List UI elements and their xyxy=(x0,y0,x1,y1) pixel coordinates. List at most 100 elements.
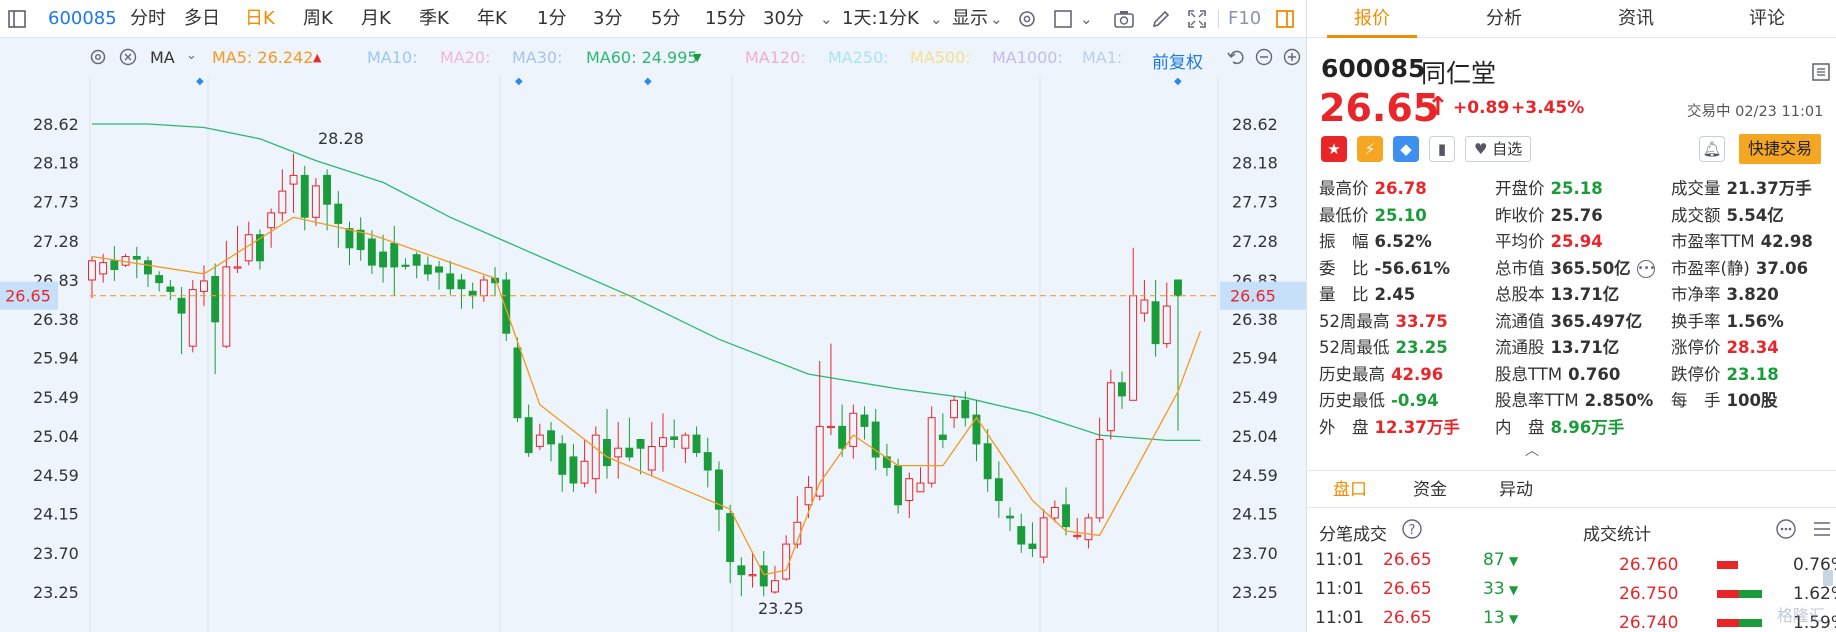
quote-field-value: 25.94 xyxy=(1550,232,1603,251)
candle-up xyxy=(647,446,656,471)
candle-down xyxy=(938,434,947,441)
quote-field: 内 盘 8.96万手 xyxy=(1495,415,1624,441)
alert-bell-icon[interactable]: 🔔︎ xyxy=(1699,136,1725,162)
quote-field: 市净率 3.820 xyxy=(1671,282,1779,308)
tab-analysis[interactable]: 分析 xyxy=(1439,0,1569,38)
candle-down xyxy=(983,443,992,480)
event-markers: ◆ ◆ ◆ ◆ xyxy=(196,76,1182,87)
event-marker-diamond-icon[interactable]: ◆ xyxy=(1174,76,1182,87)
quote-field: 成交量 21.37万手 xyxy=(1671,176,1812,202)
more-info-icon[interactable]: ••• xyxy=(1636,260,1655,278)
candle-up xyxy=(827,425,835,429)
stats-volume-bar xyxy=(1717,590,1762,598)
quick-trade-button[interactable]: 快捷交易 xyxy=(1739,134,1821,164)
candle-up xyxy=(479,279,488,297)
tag-icon[interactable]: ◆ xyxy=(1393,136,1419,162)
y-tick-label-left: 23.70 xyxy=(33,544,79,563)
quote-field-label: 成交额 xyxy=(1671,205,1721,225)
china-flag-icon: ★ xyxy=(1321,136,1347,162)
expand-chevron-icon[interactable]: ︿ xyxy=(1525,440,1539,460)
last-price: 26.65 xyxy=(1319,86,1440,130)
quote-field-value: 33.75 xyxy=(1395,311,1448,331)
stats-price: 26.760 xyxy=(1619,555,1679,575)
quote-field-label: 开盘价 xyxy=(1495,179,1545,198)
candle-down xyxy=(435,266,444,273)
ma60-line xyxy=(92,123,1201,442)
quote-field-value: 23.25 xyxy=(1395,338,1448,357)
add-watchlist-label: 自选 xyxy=(1492,140,1523,158)
high-price-label: 28.28 xyxy=(318,129,364,148)
candle-down xyxy=(569,456,578,484)
candle-down xyxy=(144,260,152,275)
candle-up xyxy=(916,482,925,493)
candle-down xyxy=(972,414,981,445)
candle-down xyxy=(401,264,410,267)
quote-field: 流通值 365.497亿 xyxy=(1495,309,1642,335)
candle-down xyxy=(457,279,466,290)
price-change: +0.89 xyxy=(1453,98,1510,118)
ticks-title: 分笔成交 xyxy=(1319,525,1387,545)
menu-lines-icon[interactable] xyxy=(1811,62,1831,86)
kline-chart-svg[interactable]: ◆ ◆ ◆ ◆ 28.6228.1827.7327.2826.8326.3825… xyxy=(0,0,1306,632)
subtab-capital[interactable]: 资金 xyxy=(1413,471,1447,509)
event-marker-diamond-icon[interactable]: ◆ xyxy=(196,76,204,87)
candle-up xyxy=(535,434,544,447)
y-tick-label-right: 24.59 xyxy=(1232,466,1278,485)
quote-field-value: 3.820 xyxy=(1726,285,1779,304)
svg-text:?: ? xyxy=(1409,523,1416,538)
tab-comments[interactable]: 评论 xyxy=(1702,0,1832,38)
y-tick-label-left: 23.25 xyxy=(33,583,79,602)
ticks-help-icon[interactable]: ? xyxy=(1401,518,1423,544)
quote-field-value: 8.96万手 xyxy=(1550,417,1625,437)
candle-up xyxy=(1084,517,1093,541)
event-marker-diamond-icon[interactable]: ◆ xyxy=(515,76,523,87)
quote-field: 52周最高 33.75 xyxy=(1319,309,1448,335)
quote-field: 总市值 365.50亿 ••• xyxy=(1495,256,1655,282)
tab-news[interactable]: 资讯 xyxy=(1571,0,1701,38)
event-marker-diamond-icon[interactable]: ◆ xyxy=(644,76,652,87)
candle-down xyxy=(423,264,432,275)
y-tick-label-left: 25.04 xyxy=(33,427,79,446)
candle-down xyxy=(860,414,869,427)
candle-up xyxy=(950,399,958,419)
candle-down xyxy=(838,425,847,449)
quote-field-value: 2.45 xyxy=(1374,285,1416,304)
quote-field: 最低价 25.10 xyxy=(1319,203,1427,229)
quote-field-label: 委 比 xyxy=(1319,258,1369,278)
candle-up xyxy=(782,543,791,580)
more-options-icon[interactable] xyxy=(1775,518,1797,544)
stats-title: 成交统计 xyxy=(1583,525,1651,545)
candle-down xyxy=(166,286,175,292)
quote-field: 股息率TTM 2.850% xyxy=(1495,388,1653,414)
lightning-icon[interactable]: ⚡ xyxy=(1357,136,1383,162)
tick-down-arrow-icon: ▼ xyxy=(1509,583,1519,597)
tab-quote[interactable]: 报价 xyxy=(1307,0,1437,38)
quote-field-value: 23.18 xyxy=(1726,364,1779,384)
quote-field-label: 昨收价 xyxy=(1495,205,1545,225)
candle-down xyxy=(177,297,186,314)
quote-field: 换手率 1.56% xyxy=(1671,309,1784,335)
candle-down xyxy=(603,439,611,467)
candle-up xyxy=(905,478,914,502)
bookmark-icon[interactable]: ▮ xyxy=(1429,136,1455,162)
quote-field-label: 换手率 xyxy=(1671,311,1721,331)
watermark-logo: 格隆汇 xyxy=(1777,606,1826,625)
quote-field-label: 涨停价 xyxy=(1671,338,1721,357)
current-price-tag-right-text: 26.65 xyxy=(1230,287,1276,306)
stock-app: 600085 分时 多日 日K 周K 月K 季K 年K 1分 3分 5分 15分… xyxy=(0,0,1836,632)
add-watchlist-button[interactable]: ♥ 自选 xyxy=(1465,136,1532,162)
candle-up xyxy=(748,574,757,577)
quote-field: 成交额 5.54亿 xyxy=(1671,203,1784,229)
quote-field-value: 5.54亿 xyxy=(1726,205,1784,225)
quote-field: 52周最低 23.25 xyxy=(1319,335,1448,361)
list-view-icon[interactable] xyxy=(1811,518,1833,544)
subtab-movements[interactable]: 异动 xyxy=(1499,471,1533,509)
quote-field-value: 42.98 xyxy=(1760,232,1813,251)
candle-up xyxy=(591,434,600,480)
quote-field: 市盈率TTM 42.98 xyxy=(1671,229,1813,255)
subtab-order-book[interactable]: 盘口 xyxy=(1333,471,1367,509)
scrollbar-thumb[interactable] xyxy=(1823,570,1833,586)
candle-up xyxy=(1039,517,1048,558)
quote-field-value: 100股 xyxy=(1726,391,1778,410)
quote-field: 平均价 25.94 xyxy=(1495,229,1603,255)
